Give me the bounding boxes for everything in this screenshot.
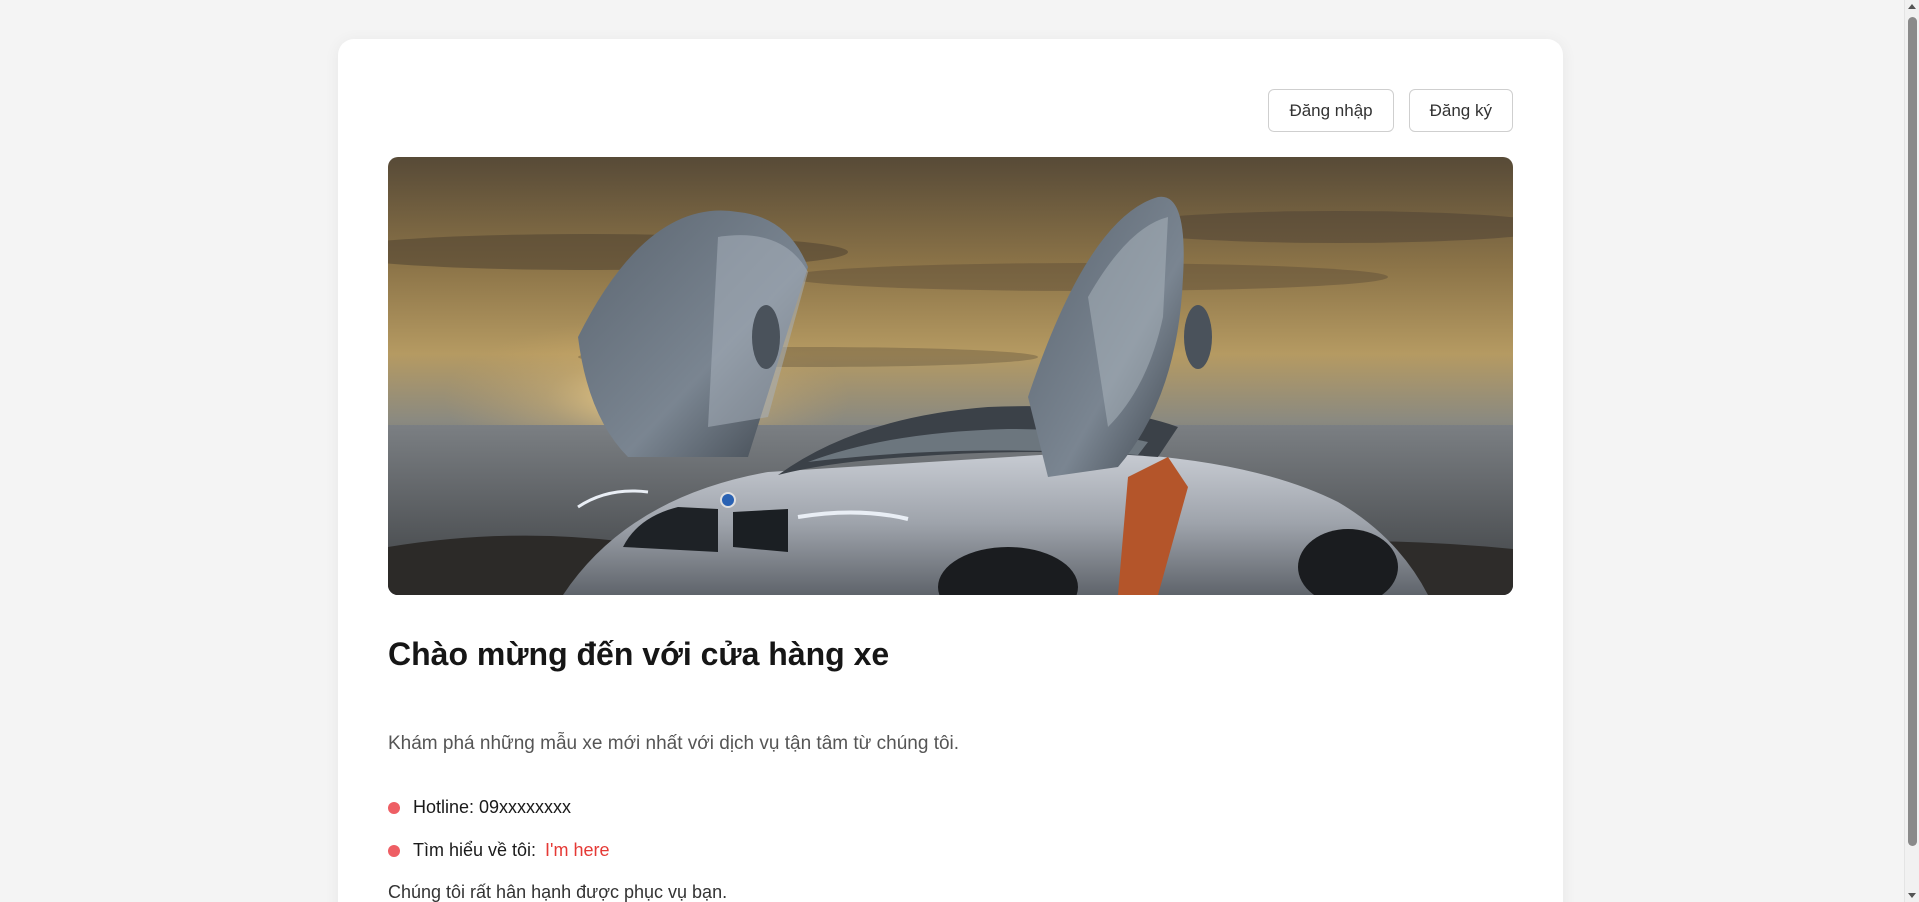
- list-item-about: Tìm hiểu về tôi: I'm here: [388, 829, 610, 872]
- info-list: Hotline: 09xxxxxxxx Tìm hiểu về tôi: I'm…: [388, 786, 610, 872]
- bullet-icon: [388, 801, 400, 814]
- main-card: Đăng nhập Đăng ký Chào mừng đến với cửa …: [338, 39, 1563, 902]
- auth-buttons: Đăng nhập Đăng ký: [1268, 89, 1513, 132]
- hotline-text: Hotline: 09xxxxxxxx: [413, 797, 572, 817]
- scrollbar[interactable]: [1904, 0, 1919, 902]
- login-button[interactable]: Đăng nhập: [1268, 89, 1394, 132]
- closing-text: Chúng tôi rất hân hạnh được phục vụ bạn.: [388, 882, 728, 902]
- page-subtitle: Khám phá những mẫu xe mới nhất với dịch …: [388, 733, 960, 754]
- page-title: Chào mừng đến với cửa hàng xe: [388, 636, 890, 672]
- car-photo: [388, 157, 1513, 595]
- hero-image: [388, 157, 1513, 595]
- list-item-hotline: Hotline: 09xxxxxxxx: [388, 786, 610, 829]
- bullet-icon: [388, 844, 400, 857]
- scroll-up-icon[interactable]: [1908, 4, 1916, 9]
- about-link[interactable]: I'm here: [545, 840, 609, 861]
- about-text: Tìm hiểu về tôi:: [413, 840, 537, 860]
- register-button[interactable]: Đăng ký: [1408, 89, 1513, 132]
- scroll-thumb[interactable]: [1908, 17, 1917, 846]
- scroll-down-icon[interactable]: [1908, 893, 1916, 898]
